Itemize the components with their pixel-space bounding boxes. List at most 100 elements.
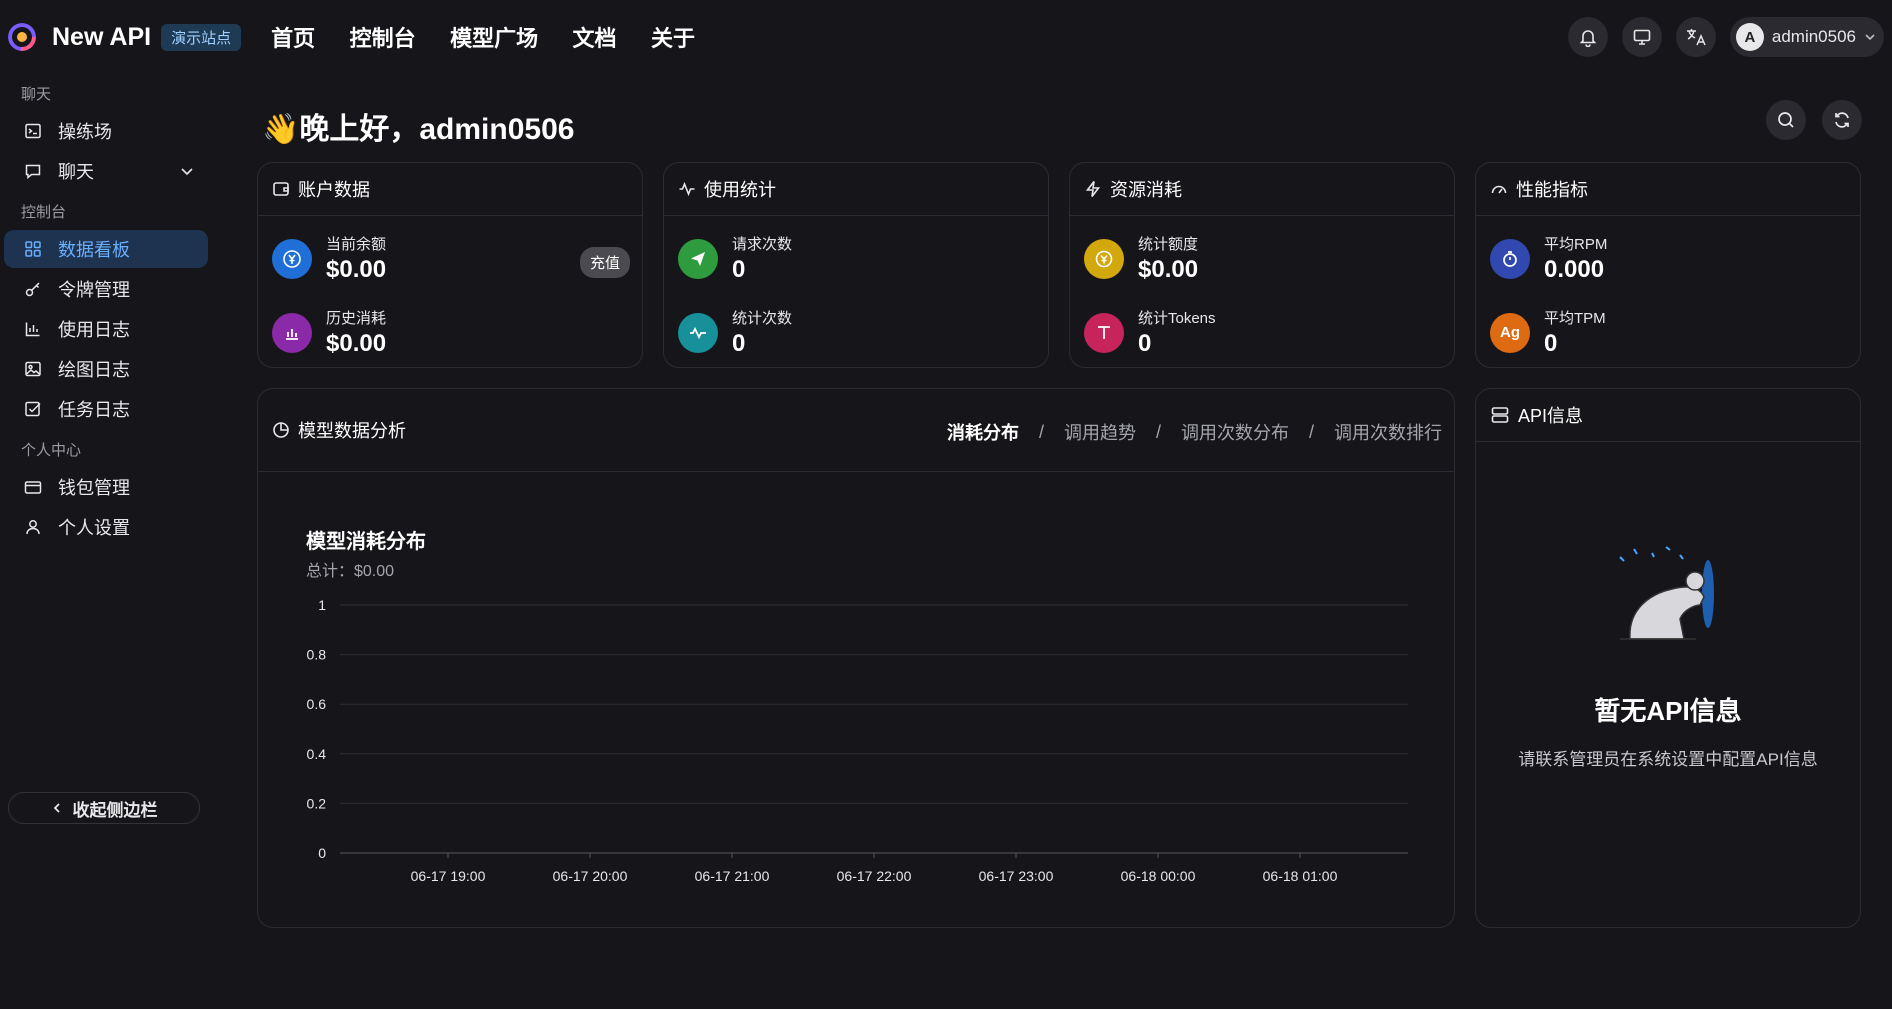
tab-call-count-distribution[interactable]: 调用次数分布 <box>1181 419 1289 445</box>
y-tick-label: 0 <box>318 845 326 861</box>
x-tick-label: 06-17 21:00 <box>695 868 770 884</box>
wallet-icon <box>273 182 289 196</box>
bar-chart-icon <box>25 322 40 337</box>
sidebar-section-personal: 个人中心 <box>21 442 82 459</box>
nav-console[interactable]: 控制台 <box>350 26 416 51</box>
sidebar-item-settings[interactable]: 个人设置 <box>4 508 208 546</box>
history-consumption-stat: 历史消耗 $0.00 <box>272 307 386 358</box>
card-title: API信息 <box>1518 406 1584 426</box>
sidebar-section-console: 控制台 <box>21 204 67 221</box>
stat-label: 请求次数 <box>732 236 793 253</box>
stat-label: 当前余额 <box>326 236 387 253</box>
refresh-button[interactable] <box>1822 100 1862 140</box>
lightning-icon <box>1085 181 1101 197</box>
sidebar-item-tokens[interactable]: 令牌管理 <box>4 270 208 308</box>
stat-value: 0 <box>732 330 746 357</box>
bell-icon <box>1579 30 1597 47</box>
top-right-actions: A admin0506 <box>1567 17 1884 57</box>
sidebar-item-label: 使用日志 <box>58 320 130 340</box>
chart-title: 模型消耗分布 <box>306 531 426 553</box>
display-button[interactable] <box>1621 17 1662 57</box>
nav-home[interactable]: 首页 <box>271 26 315 51</box>
nav-about[interactable]: 关于 <box>651 26 695 51</box>
greeting-text: 晚上好，admin0506 <box>299 113 575 146</box>
wallet-icon <box>24 481 42 494</box>
translate-icon <box>1686 29 1706 46</box>
sidebar-item-wallet[interactable]: 钱包管理 <box>4 468 208 506</box>
yen-coin-icon <box>272 238 312 279</box>
sidebar-item-label: 钱包管理 <box>58 478 130 498</box>
stat-label: 统计额度 <box>1138 236 1199 253</box>
stat-value: $0.00 <box>1138 256 1199 283</box>
send-icon <box>678 238 718 279</box>
model-analysis-card: 模型数据分析 消耗分布 / 调用趋势 / 调用次数分布 / 调用次数排行 模型消… <box>257 388 1455 928</box>
x-tick-label: 06-18 01:00 <box>1263 868 1338 884</box>
tab-call-trend[interactable]: 调用趋势 <box>1064 419 1136 445</box>
stopwatch-icon <box>1490 238 1530 279</box>
card-header: 使用统计 <box>664 163 1048 216</box>
search-icon <box>1778 112 1794 128</box>
x-tick-label: 06-17 20:00 <box>553 868 628 884</box>
stat-value: $0.00 <box>326 330 387 357</box>
consumption-chart: 0 0.2 0.4 0.6 0.8 1 06-17 19:00 06-17 20:00 06-1… <box>307 597 1408 884</box>
text-icon <box>1084 312 1124 353</box>
key-icon <box>25 282 40 297</box>
server-icon <box>1491 407 1509 423</box>
sidebar-item-playground[interactable]: 操练场 <box>4 112 208 150</box>
sidebar-item-dashboard[interactable]: 数据看板 <box>4 230 208 268</box>
tab-call-count-ranking[interactable]: 调用次数排行 <box>1334 419 1442 445</box>
y-tick-label: 0.6 <box>307 696 327 712</box>
refresh-icon <box>1835 112 1849 128</box>
x-tick-label: 06-17 22:00 <box>837 868 912 884</box>
pie-chart-icon <box>273 422 289 438</box>
tab-separator: / <box>1155 421 1161 442</box>
avg-rpm-stat: 平均RPM 0.000 <box>1490 233 1607 284</box>
checkbox-icon <box>25 401 41 417</box>
empty-state-illustration <box>1619 546 1714 640</box>
language-button[interactable] <box>1675 17 1716 57</box>
tab-consumption-distribution[interactable]: 消耗分布 <box>947 419 1019 445</box>
user-menu[interactable]: A admin0506 <box>1729 17 1884 57</box>
sidebar-item-task-log[interactable]: 任务日志 <box>4 390 208 428</box>
card-header: 资源消耗 <box>1070 163 1454 216</box>
sidebar-item-label: 个人设置 <box>58 518 130 538</box>
nav-docs[interactable]: 文档 <box>573 26 617 51</box>
brand-name[interactable]: New API <box>52 23 151 52</box>
sidebar-item-usage-log[interactable]: 使用日志 <box>4 310 208 348</box>
y-tick-label: 1 <box>318 597 326 613</box>
chevron-down-icon[interactable] <box>180 164 194 178</box>
y-tick-label: 0.4 <box>307 746 327 762</box>
stat-value: 0 <box>732 256 746 283</box>
nav-model-square[interactable]: 模型广场 <box>450 26 538 51</box>
card-header: API信息 <box>1476 389 1860 442</box>
recharge-button[interactable]: 充值 <box>579 247 630 278</box>
tokens-stat: 统计Tokens 0 <box>1084 307 1216 358</box>
card-header: 账户数据 <box>258 163 642 216</box>
account-card: 账户数据 当前余额 $0.00 充值 历史消耗 $0.00 <box>257 162 643 368</box>
request-count-stat: 请求次数 0 <box>678 233 792 284</box>
gauge-icon <box>1491 185 1507 194</box>
sidebar-item-chat[interactable]: 聊天 <box>4 152 208 190</box>
sidebar: 聊天 操练场 聊天 控制台 数据看板 令牌管理 使用日志 绘图日志 任务日志 个… <box>0 74 212 906</box>
sidebar-item-drawing-log[interactable]: 绘图日志 <box>4 350 208 388</box>
api-info-card: API信息 暂无API信息 请联系管理员在系统设置中配置API信息 <box>1475 388 1861 928</box>
x-tick-label: 06-17 23:00 <box>979 868 1054 884</box>
image-icon <box>25 361 41 377</box>
search-button[interactable] <box>1766 100 1806 140</box>
notification-button[interactable] <box>1567 17 1608 57</box>
collapse-sidebar-button[interactable]: 收起侧边栏 <box>8 792 200 824</box>
chevron-left-icon <box>53 803 60 813</box>
user-name: admin0506 <box>1771 27 1856 46</box>
bar-chart-icon <box>272 312 312 353</box>
monitor-icon <box>1633 29 1651 45</box>
usage-card: 使用统计 请求次数 0 统计次数 0 <box>663 162 1049 368</box>
card-header: 性能指标 <box>1476 163 1860 216</box>
x-tick-label: 06-17 19:00 <box>411 868 486 884</box>
balance-stat: 当前余额 $0.00 <box>272 233 386 284</box>
logo-icon[interactable] <box>8 23 36 51</box>
sidebar-item-label: 绘图日志 <box>58 360 130 380</box>
sidebar-item-label: 任务日志 <box>58 400 130 420</box>
stat-label: 统计Tokens <box>1138 310 1216 327</box>
chat-icon <box>25 164 41 180</box>
stat-value: 0 <box>1138 330 1152 357</box>
